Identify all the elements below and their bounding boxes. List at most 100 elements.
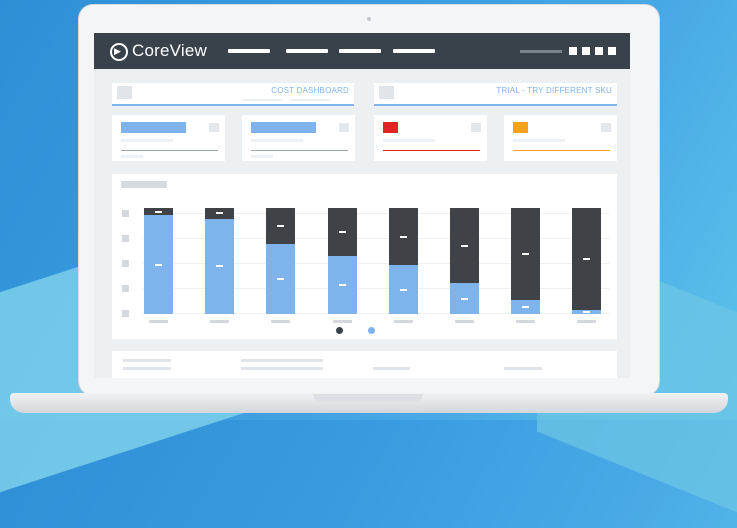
- card-divider: [513, 150, 610, 151]
- nav-menu-square[interactable]: [569, 47, 577, 55]
- stacked-bar-chart: [112, 174, 617, 339]
- header-line: [242, 99, 282, 101]
- metric-card[interactable]: [374, 115, 487, 161]
- y-tick: [122, 235, 129, 242]
- x-tick-label: [516, 320, 536, 323]
- x-tick-label: [210, 320, 230, 323]
- top-nav: ▶ CoreView: [94, 33, 630, 69]
- card-line: [251, 155, 273, 158]
- bar-segment-dark[interactable]: [144, 208, 173, 216]
- metric-card[interactable]: [242, 115, 355, 161]
- placeholder-line: [123, 367, 171, 370]
- bar-segment-dark[interactable]: [511, 208, 541, 301]
- bar-value-marker: [216, 265, 224, 268]
- x-tick-label: [393, 320, 413, 323]
- bar-segment-dark[interactable]: [205, 208, 235, 219]
- bar-value-marker: [277, 225, 285, 228]
- bar-value-marker: [583, 310, 591, 313]
- bar-value-marker: [461, 244, 468, 247]
- header-line: [290, 99, 330, 101]
- card-line: [121, 155, 143, 158]
- bar-segment-blue[interactable]: [327, 255, 357, 314]
- legend-dot-blue[interactable]: [368, 327, 375, 334]
- bar-segment-blue[interactable]: [572, 309, 602, 314]
- bar-value-marker: [155, 263, 162, 266]
- x-tick-label: [271, 320, 291, 323]
- x-tick-label: [149, 320, 168, 323]
- bar-column[interactable]: [450, 208, 479, 314]
- bar-segment-blue[interactable]: [266, 244, 296, 314]
- brand-name[interactable]: CoreView: [132, 41, 207, 61]
- card-line: [383, 139, 435, 142]
- card-divider: [251, 150, 348, 151]
- bar-value-marker: [522, 306, 530, 309]
- y-tick: [122, 210, 129, 217]
- logo-arrow-icon: ▶: [114, 46, 121, 56]
- nav-menu-square[interactable]: [595, 47, 603, 55]
- x-tick-label: [577, 320, 597, 323]
- laptop-notch: [313, 394, 423, 402]
- bar-value-marker: [583, 257, 591, 260]
- card-line: [121, 139, 173, 142]
- bar-segment-blue[interactable]: [450, 283, 479, 314]
- bar-segment-dark[interactable]: [450, 208, 479, 284]
- placeholder-line: [241, 359, 323, 362]
- card-icon: [471, 123, 481, 132]
- user-name-placeholder[interactable]: [520, 50, 562, 53]
- cost-dashboard-header: COST DASHBOARD: [112, 83, 354, 106]
- bar-segment-blue[interactable]: [205, 218, 235, 314]
- y-tick: [122, 285, 129, 292]
- bar-value-marker: [522, 253, 530, 256]
- card-icon: [601, 123, 611, 132]
- bar-column[interactable]: [572, 208, 602, 314]
- legend-dot-dark[interactable]: [336, 327, 343, 334]
- bar-value-marker: [216, 212, 224, 215]
- app-screen: ▶ CoreView COST DASHBOARD TRIAL - TRY DI…: [94, 33, 630, 378]
- card-icon: [339, 123, 349, 132]
- bar-segment-dark[interactable]: [327, 208, 357, 256]
- y-tick: [122, 260, 129, 267]
- bar-segment-blue[interactable]: [144, 215, 173, 314]
- bar-value-marker: [399, 235, 407, 238]
- card-line: [251, 139, 303, 142]
- panel-title[interactable]: COST DASHBOARD: [271, 86, 349, 95]
- bar-column[interactable]: [511, 208, 541, 314]
- bar-column[interactable]: [266, 208, 296, 314]
- card-accent: [383, 122, 398, 133]
- nav-link-3[interactable]: [339, 49, 381, 53]
- card-divider: [383, 150, 480, 151]
- x-tick-label: [332, 320, 352, 323]
- bar-segment-dark[interactable]: [388, 208, 418, 266]
- nav-link-4[interactable]: [393, 49, 435, 53]
- card-accent: [121, 122, 186, 133]
- nav-link-1[interactable]: [228, 49, 270, 53]
- placeholder-line: [373, 367, 410, 370]
- bar-column[interactable]: [144, 208, 173, 314]
- header-icon: [379, 86, 394, 99]
- bar-segment-blue[interactable]: [511, 300, 541, 314]
- nav-menu-square[interactable]: [608, 47, 616, 55]
- bar-column[interactable]: [327, 208, 357, 314]
- details-panel: [112, 351, 617, 378]
- metric-card[interactable]: [504, 115, 617, 161]
- placeholder-line: [504, 367, 542, 370]
- card-icon: [209, 123, 219, 132]
- nav-menu-square[interactable]: [582, 47, 590, 55]
- x-tick-label: [455, 320, 474, 323]
- y-tick: [122, 310, 129, 317]
- bar-segment-blue[interactable]: [388, 265, 418, 314]
- bar-column[interactable]: [205, 208, 235, 314]
- bar-segment-dark[interactable]: [572, 208, 602, 310]
- card-accent: [251, 122, 316, 133]
- placeholder-line: [123, 359, 171, 362]
- trial-sku-header: TRIAL - TRY DIFFERENT SKU: [374, 83, 617, 106]
- bar-column[interactable]: [388, 208, 418, 314]
- nav-link-2[interactable]: [286, 49, 328, 53]
- metric-card[interactable]: [112, 115, 225, 161]
- panel-title[interactable]: TRIAL - TRY DIFFERENT SKU: [496, 86, 612, 95]
- bar-segment-dark[interactable]: [266, 208, 296, 245]
- bar-value-marker: [399, 288, 407, 291]
- card-accent: [513, 122, 528, 133]
- placeholder-line: [241, 367, 323, 370]
- bar-value-marker: [338, 230, 346, 233]
